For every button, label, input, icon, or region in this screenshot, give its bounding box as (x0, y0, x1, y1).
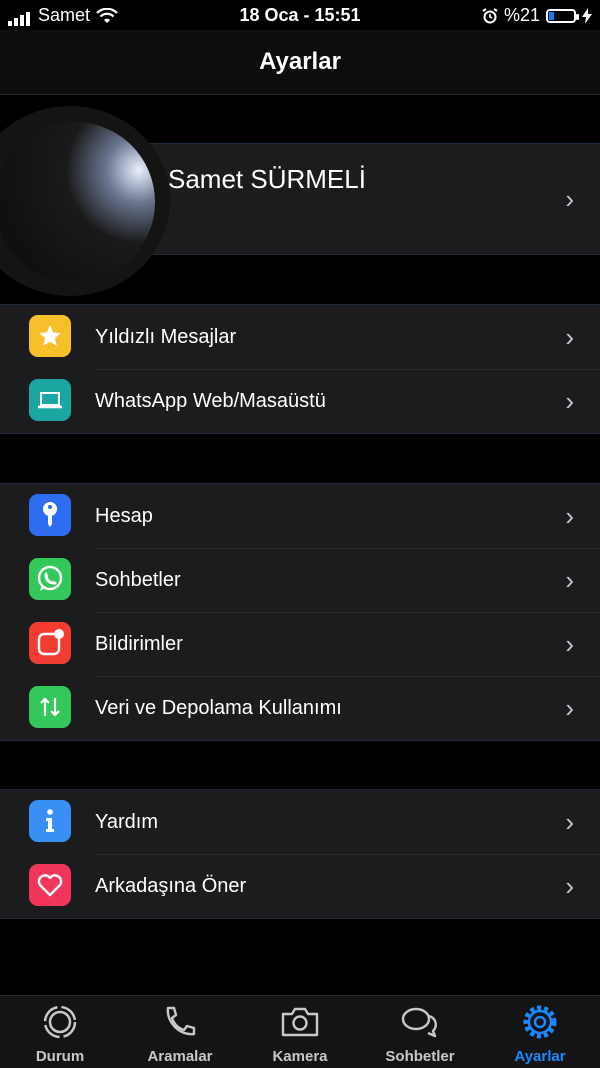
status-bar: Samet 18 Oca - 15:51 %21 (0, 0, 600, 30)
row-tell-a-friend[interactable]: Arkadaşına Öner › (0, 854, 600, 918)
key-icon (29, 494, 71, 536)
chevron-right-icon: › (565, 693, 574, 723)
settings-group-3: Yardım › Arkadaşına Öner › (0, 789, 600, 919)
chevron-right-icon: › (565, 807, 574, 837)
laptop-icon (29, 379, 71, 421)
tab-calls[interactable]: Aramalar (120, 996, 240, 1068)
tab-bar: Durum Aramalar Kamera Sohbetler Ayarlar (0, 995, 600, 1068)
tab-chats[interactable]: Sohbetler (360, 996, 480, 1068)
row-label: Sohbetler (95, 569, 181, 591)
page-title: Ayarlar (259, 48, 341, 75)
star-icon (29, 315, 71, 357)
row-starred-messages[interactable]: Yıldızlı Mesajlar › (0, 305, 600, 369)
info-icon (29, 800, 71, 842)
row-label: Bildirimler (95, 633, 183, 655)
row-chats[interactable]: Sohbetler › (0, 548, 600, 612)
settings-list: Samet SÜRMELİ › Yıldızlı Mesajlar › What… (0, 95, 600, 995)
tab-settings[interactable]: Ayarlar (480, 996, 600, 1068)
tab-label: Ayarlar (514, 1048, 566, 1065)
camera-icon (281, 1007, 319, 1037)
whatsapp-icon (29, 558, 71, 600)
settings-gear-icon (523, 1005, 557, 1039)
tab-label: Aramalar (147, 1048, 213, 1065)
status-right: %21 (482, 5, 592, 26)
row-notifications[interactable]: Bildirimler › (0, 612, 600, 676)
row-label: Hesap (95, 505, 153, 527)
settings-group-1: Yıldızlı Mesajlar › WhatsApp Web/Masaüst… (0, 304, 600, 434)
data-arrows-icon (29, 686, 71, 728)
settings-group-2: Hesap › Sohbetler › Bildirimler › Veri v… (0, 483, 600, 741)
alarm-icon (482, 7, 498, 23)
chevron-right-icon: › (565, 322, 574, 352)
profile-name: Samet SÜRMELİ (168, 164, 366, 194)
chevron-right-icon: › (565, 386, 574, 416)
battery-percent: %21 (503, 5, 540, 25)
row-account[interactable]: Hesap › (0, 484, 600, 548)
status-icon (43, 1005, 77, 1039)
avatar[interactable] (0, 122, 155, 282)
row-label: WhatsApp Web/Masaüstü (95, 390, 326, 412)
notification-icon (29, 622, 71, 664)
battery-icon (546, 8, 579, 23)
charging-bolt-icon (582, 7, 592, 24)
tab-label: Durum (35, 1048, 85, 1065)
phone-icon (166, 1006, 196, 1036)
row-whatsapp-web[interactable]: WhatsApp Web/Masaüstü › (0, 369, 600, 433)
tab-status[interactable]: Durum (0, 996, 120, 1068)
chevron-right-icon: › (565, 184, 574, 214)
navigation-bar: Ayarlar (0, 30, 600, 95)
chevron-right-icon: › (565, 871, 574, 901)
row-data-storage[interactable]: Veri ve Depolama Kullanımı › (0, 676, 600, 740)
row-label: Arkadaşına Öner (95, 875, 247, 897)
row-label: Yıldızlı Mesajlar (95, 326, 237, 348)
tab-label: Kamera (272, 1048, 328, 1065)
row-label: Veri ve Depolama Kullanımı (95, 697, 342, 719)
row-label: Yardım (95, 811, 158, 833)
chevron-right-icon: › (565, 565, 574, 595)
heart-icon (29, 864, 71, 906)
tab-camera[interactable]: Kamera (240, 996, 360, 1068)
chats-icon (401, 1007, 437, 1038)
profile-row[interactable]: Samet SÜRMELİ › (0, 106, 600, 296)
chevron-right-icon: › (565, 501, 574, 531)
chevron-right-icon: › (565, 629, 574, 659)
tab-label: Sohbetler (385, 1048, 455, 1065)
row-help[interactable]: Yardım › (0, 790, 600, 854)
